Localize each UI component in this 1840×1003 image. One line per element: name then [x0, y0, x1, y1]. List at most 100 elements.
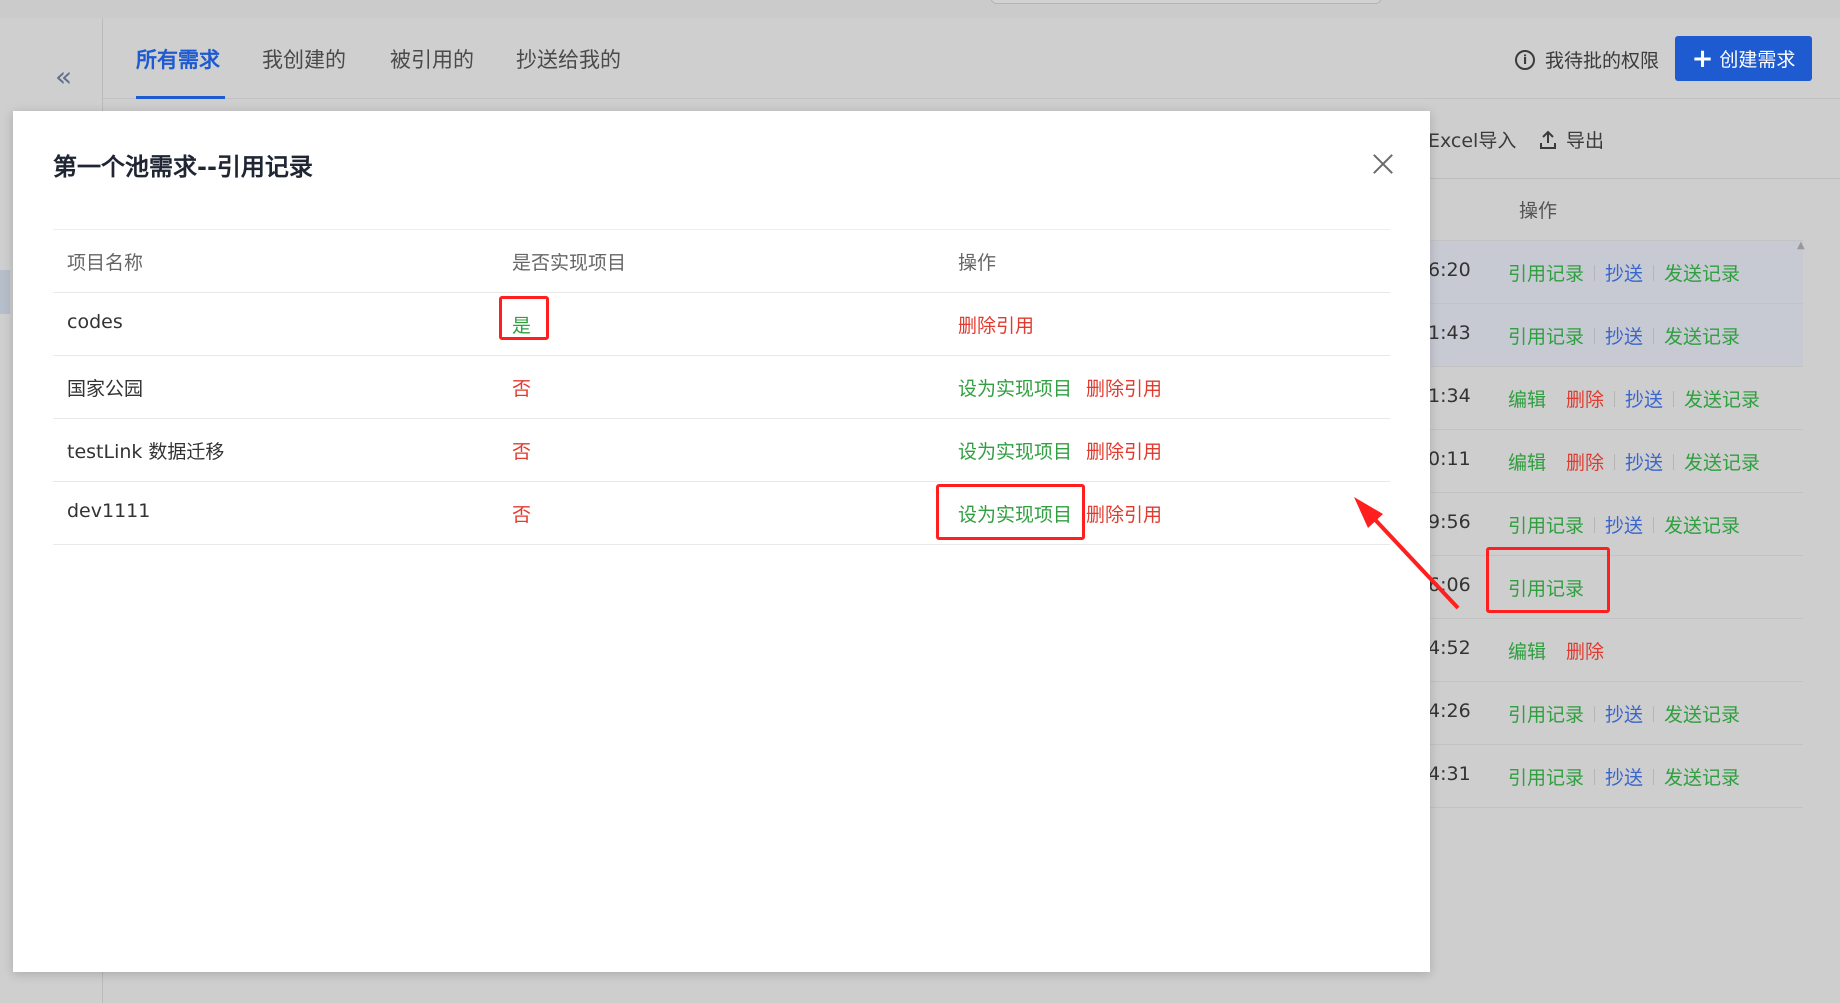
table-row: 4:31 引用记录 抄送 发送记录	[1428, 745, 1803, 808]
top-nav: 所有需求 我创建的 被引用的 抄送给我的 i 我待批的权限 + 创建需求	[103, 18, 1840, 99]
action-link[interactable]: 删除	[1566, 448, 1604, 475]
action-divider	[1653, 768, 1655, 785]
table-toolbar: Excel导入 导出	[1428, 110, 1840, 179]
row-actions: 引用记录 抄送 发送记录	[1508, 511, 1740, 538]
action-divider	[1673, 453, 1675, 470]
tab-created-by-me[interactable]: 我创建的	[262, 44, 346, 74]
close-icon[interactable]	[1370, 151, 1396, 177]
action-link[interactable]: 引用记录	[1508, 259, 1584, 286]
action-link[interactable]: 引用记录	[1508, 763, 1584, 790]
set-implemented-link[interactable]: 设为实现项目	[958, 437, 1072, 464]
implemented-status: 否	[512, 441, 532, 463]
row-time: 0:11	[1428, 448, 1471, 470]
create-requirement-button[interactable]: + 创建需求	[1675, 36, 1812, 81]
export-label: 导出	[1566, 130, 1605, 152]
table-row: 4:26 引用记录 抄送 发送记录	[1428, 682, 1803, 745]
action-divider	[1653, 327, 1655, 344]
action-divider	[1614, 453, 1616, 470]
project-name: codes	[67, 311, 123, 333]
table-row: 6:20 引用记录 抄送 发送记录	[1428, 241, 1803, 304]
plus-icon: +	[1691, 43, 1714, 74]
action-link[interactable]: 引用记录	[1508, 322, 1584, 349]
browser-top-strip	[0, 0, 1840, 19]
table-row: dev1111 否设为实现项目 删除引用	[53, 482, 1390, 545]
row-actions: 编辑 删除	[1508, 637, 1604, 664]
tab-cc-to-me[interactable]: 抄送给我的	[516, 44, 621, 74]
implemented-status: 否	[512, 504, 532, 526]
reference-record-modal: 第一个池需求--引用记录 项目名称 是否实现项目 操作 codes 是删除引用 国家…	[13, 111, 1430, 972]
action-link[interactable]: 抄送	[1605, 322, 1643, 349]
upload-icon	[1540, 130, 1556, 149]
action-link[interactable]: 抄送	[1625, 448, 1663, 475]
action-link[interactable]: 发送记录	[1684, 448, 1760, 475]
export-button[interactable]: 导出	[1538, 126, 1604, 153]
set-implemented-link[interactable]: 设为实现项目	[958, 374, 1072, 401]
action-divider	[1614, 390, 1616, 407]
action-link[interactable]: 发送记录	[1664, 259, 1740, 286]
background-table: 操作 6:20 引用记录 抄送 发送记录 1:43 引用记录 抄送 发送记录 1:34 编辑 删除抄…	[1428, 178, 1803, 808]
action-link[interactable]: 编辑	[1508, 385, 1546, 412]
search-pill[interactable]	[990, 0, 1382, 4]
scrollbar[interactable]: ▲	[1797, 240, 1805, 252]
row-actions: 引用记录 抄送 发送记录	[1508, 322, 1740, 349]
delete-reference-link[interactable]: 删除引用	[1086, 437, 1162, 464]
action-link[interactable]: 引用记录	[1508, 511, 1584, 538]
collapse-sidebar-icon[interactable]: «	[55, 60, 72, 93]
pending-permissions[interactable]: i 我待批的权限	[1515, 46, 1659, 73]
action-link[interactable]: 发送记录	[1684, 385, 1760, 412]
action-divider	[1594, 516, 1596, 533]
action-divider	[1594, 264, 1596, 281]
action-divider	[1594, 705, 1596, 722]
action-link[interactable]: 编辑	[1508, 637, 1546, 664]
row-time: 6:20	[1428, 259, 1471, 281]
create-label: 创建需求	[1719, 49, 1796, 71]
row-actions: 设为实现项目 删除引用	[958, 374, 1162, 401]
action-link[interactable]: 删除	[1566, 385, 1604, 412]
tab-all[interactable]: 所有需求	[136, 44, 220, 74]
action-link[interactable]: 引用记录	[1508, 700, 1584, 727]
delete-reference-link[interactable]: 删除引用	[958, 311, 1034, 338]
rail-active-marker	[0, 270, 10, 314]
active-tab-underline	[136, 96, 225, 99]
table-row: 0:11 编辑 删除 抄送 发送记录	[1428, 430, 1803, 493]
action-link[interactable]: 抄送	[1605, 700, 1643, 727]
table-row: 6:06 引用记录	[1428, 556, 1803, 619]
project-name: testLink 数据迁移	[67, 441, 225, 463]
action-link[interactable]: 抄送	[1605, 511, 1643, 538]
table-row: 9:56 引用记录 抄送 发送记录	[1428, 493, 1803, 556]
excel-import-button[interactable]: Excel导入	[1428, 126, 1516, 153]
table-row: 1:34 编辑 删除 抄送 发送记录	[1428, 367, 1803, 430]
col-is-implemented: 是否实现项目	[512, 252, 627, 274]
pending-label: 我待批的权限	[1545, 50, 1660, 72]
row-time: 6:06	[1428, 574, 1471, 596]
action-link[interactable]: 发送记录	[1664, 700, 1740, 727]
action-link[interactable]: 发送记录	[1664, 763, 1740, 790]
action-link[interactable]: 删除	[1566, 637, 1604, 664]
table-row: 国家公园 否 设为实现项目 删除引用	[53, 356, 1390, 419]
action-link[interactable]: 发送记录	[1664, 511, 1740, 538]
action-link[interactable]: 编辑	[1508, 448, 1546, 475]
reference-table: 项目名称 是否实现项目 操作 codes 是删除引用 国家公园否设为实现项目 删除引用…	[53, 229, 1390, 545]
tab-referenced[interactable]: 被引用的	[390, 44, 474, 74]
row-actions: 编辑 删除 抄送 发送记录	[1508, 448, 1760, 475]
row-actions: 设为实现项目 删除引用	[958, 437, 1162, 464]
action-link[interactable]: 抄送	[1605, 763, 1643, 790]
action-divider	[1594, 768, 1596, 785]
action-link[interactable]: 发送记录	[1664, 322, 1740, 349]
row-actions: 引用记录 抄送 发送记录	[1508, 700, 1740, 727]
row-time: 1:34	[1428, 385, 1471, 407]
annotation-box-set-implemented	[936, 484, 1085, 540]
delete-reference-link[interactable]: 删除引用	[1086, 500, 1162, 527]
delete-reference-link[interactable]: 删除引用	[1086, 374, 1162, 401]
action-divider	[1653, 516, 1655, 533]
action-link[interactable]: 抄送	[1605, 259, 1643, 286]
row-actions: 编辑 删除 抄送 发送记录	[1508, 385, 1760, 412]
row-time: 4:52	[1428, 637, 1471, 659]
project-name: 国家公园	[67, 378, 144, 400]
modal-title: 第一个池需求--引用记录	[53, 153, 313, 181]
annotation-box-yes	[499, 296, 549, 340]
table-row: 1:43 引用记录 抄送 发送记录	[1428, 304, 1803, 367]
action-divider	[1653, 705, 1655, 722]
action-link[interactable]: 抄送	[1625, 385, 1663, 412]
action-divider	[1594, 327, 1596, 344]
